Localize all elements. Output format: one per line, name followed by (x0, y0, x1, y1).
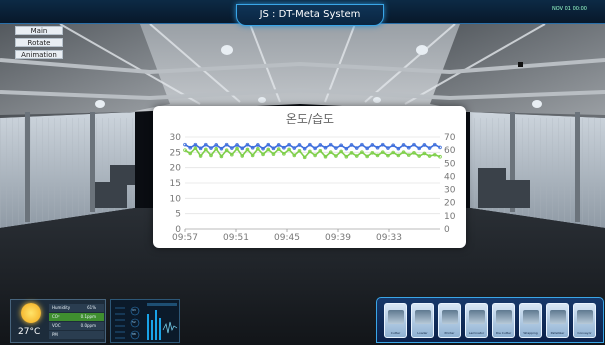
sensor-graphic (115, 303, 178, 340)
equipment-button-4[interactable]: Laminator (465, 303, 488, 338)
y-right-tick-label: 0 (444, 225, 450, 235)
machine-icon (550, 310, 566, 324)
equipment-button-7[interactable]: Palletizer (546, 303, 569, 338)
series-line-1 (184, 143, 441, 150)
y-right-tick-label: 30 (444, 186, 456, 196)
equipment-button-6[interactable]: Wrapping (519, 303, 542, 338)
machine-icon (415, 310, 431, 324)
sensor-readout-1: 93 (132, 308, 136, 312)
voc-row[interactable]: VOC 0.0ppm (49, 322, 104, 330)
y-right-tick-label: 10 (444, 212, 456, 222)
weather-panel: 27°C Humidity 61% CO² 0.1ppm VOC 0.0ppm … (10, 299, 106, 343)
machine-icon (442, 310, 458, 324)
top-clock: NOV 01 00:00 (552, 6, 587, 12)
x-tick-label: 09:45 (274, 233, 300, 243)
co2-row[interactable]: CO² 0.1ppm (49, 313, 104, 321)
humidity-label: Humidity (52, 305, 71, 310)
machine-icon (577, 310, 593, 324)
x-tick-label: 09:33 (376, 233, 402, 243)
machine-icon (469, 310, 485, 324)
y-right-tick-label: 70 (444, 133, 456, 143)
equipment-button-2[interactable]: Loader (411, 303, 434, 338)
temp-humidity-chart-card: 온도/습도 0 5 10 15 20 25 30 0 10 20 30 40 50 60 70 09:57… (153, 106, 466, 248)
humidity-row[interactable]: Humidity 61% (49, 304, 104, 312)
sun-icon (21, 303, 41, 323)
series-line-2 (184, 146, 441, 159)
3d-viewport[interactable]: JS : DT-Meta System NOV 01 00:00 Main Ro… (0, 0, 605, 345)
pm-label: PM (52, 332, 58, 337)
equipment-button-5[interactable]: Die Cutter (492, 303, 515, 338)
y-right-tick-label: 20 (444, 199, 456, 209)
machine-icon (523, 310, 539, 324)
y-left-tick-label: 30 (170, 133, 182, 143)
x-tick-label: 09:57 (172, 233, 198, 243)
sensor-panel: 93 52 88 (110, 299, 180, 343)
rotate-button[interactable]: Rotate (15, 38, 63, 47)
sensor-readout-2: 52 (132, 320, 136, 324)
machine-icon (496, 310, 512, 324)
equipment-toolbar: Cutter Loader Printer Laminator Die Cutt… (376, 297, 604, 343)
temperature-value: 27°C (18, 327, 41, 337)
sensor-readout-3: 88 (132, 332, 136, 336)
y-right-tick-label: 60 (444, 146, 456, 156)
main-button[interactable]: Main (15, 26, 63, 35)
y-right-tick-label: 50 (444, 159, 456, 169)
pm-row[interactable]: PM (49, 331, 104, 339)
co2-label: CO² (52, 314, 60, 319)
x-tick-label: 09:39 (325, 233, 351, 243)
y-left-tick-label: 25 (170, 148, 181, 158)
humidity-value: 61% (87, 305, 96, 310)
equipment-button-3[interactable]: Printer (438, 303, 461, 338)
y-left-tick-label: 15 (170, 179, 181, 189)
temp-humidity-chart: 온도/습도 051015202530 010203040506070 09:57… (170, 112, 456, 243)
voc-value: 0.0ppm (80, 323, 96, 328)
y-left-tick-label: 10 (170, 194, 182, 204)
y-left-tick-label: 5 (175, 210, 181, 220)
co2-value: 0.1ppm (80, 314, 96, 319)
animation-button[interactable]: Animation (15, 50, 63, 59)
equipment-button-1[interactable]: Cutter (384, 303, 407, 338)
y-right-tick-label: 40 (444, 172, 456, 182)
chart-title: 온도/습도 (286, 112, 334, 126)
x-tick-label: 09:51 (223, 233, 249, 243)
y-left-tick-label: 20 (170, 164, 182, 174)
app-title: JS : DT-Meta System (236, 4, 384, 26)
machine-icon (388, 310, 404, 324)
voc-label: VOC (52, 323, 61, 328)
equipment-button-8[interactable]: Conveyor (573, 303, 596, 338)
